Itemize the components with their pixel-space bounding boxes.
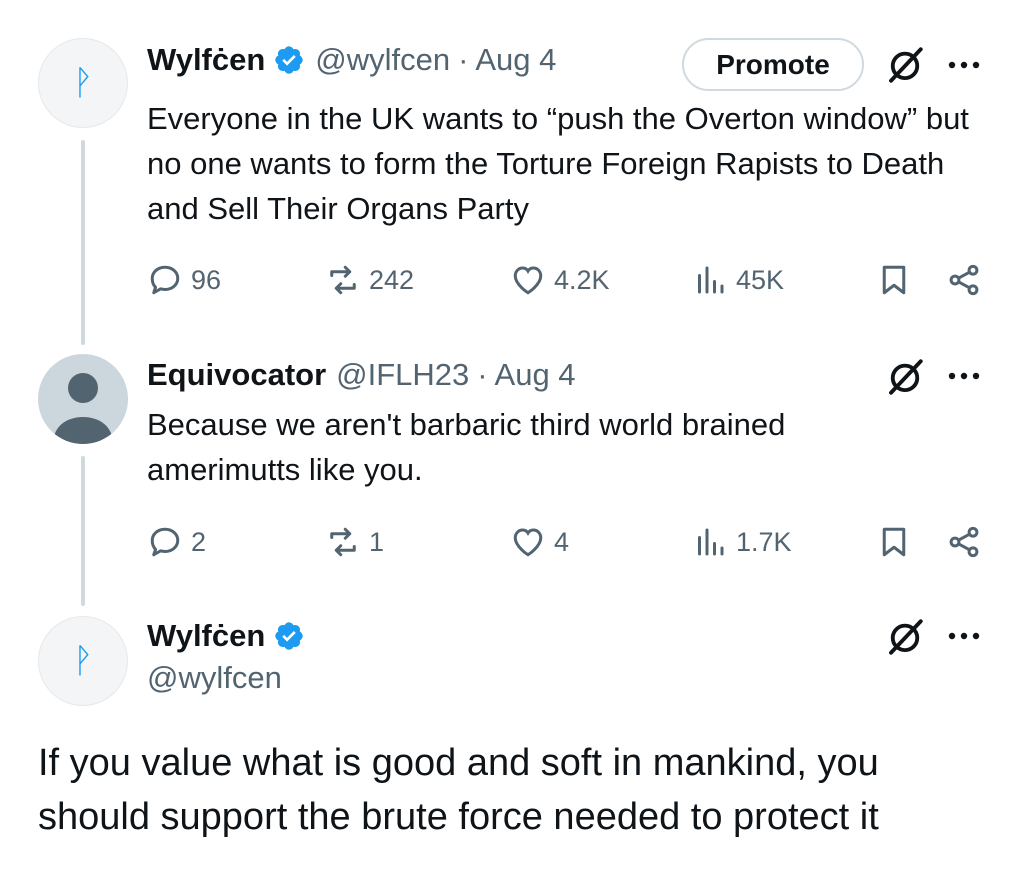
heart-icon — [513, 528, 543, 557]
repost-button[interactable]: 242 — [325, 258, 414, 302]
heart-icon — [513, 266, 543, 295]
verified-badge-icon — [275, 46, 303, 74]
share-icon — [949, 264, 979, 296]
avatar-wylfcen[interactable]: ᚹ — [38, 38, 128, 128]
tweet-header: Wylfċen @wylfcen · Aug 4 — [147, 40, 556, 80]
repost-count: 242 — [369, 264, 415, 295]
views-button[interactable]: 1.7K — [692, 520, 792, 564]
bookmark-button[interactable] — [874, 258, 914, 302]
repost-icon — [330, 265, 356, 295]
tweet-actions: 96 242 4.2K 45K — [147, 258, 987, 302]
grok-icon[interactable] — [884, 616, 926, 658]
bookmark-button[interactable] — [874, 520, 914, 564]
avatar-equivocator[interactable] — [38, 354, 128, 444]
like-button[interactable]: 4 — [510, 520, 569, 564]
tweet-actions: 2 1 4 1.7K — [147, 520, 987, 564]
repost-count: 1 — [369, 526, 385, 557]
timestamp[interactable]: · Aug 4 — [477, 357, 575, 393]
more-options-icon[interactable] — [946, 58, 982, 72]
handle[interactable]: @wylfcen — [315, 42, 450, 78]
display-name[interactable]: Wylfċen — [147, 42, 265, 78]
like-count: 4 — [554, 526, 570, 557]
display-name[interactable]: Equivocator — [147, 357, 326, 393]
grok-icon[interactable] — [884, 356, 926, 398]
thread-line — [81, 456, 85, 606]
display-name[interactable]: Wylfċen — [147, 618, 265, 654]
avatar-rune: ᚹ — [72, 641, 94, 681]
views-icon — [698, 266, 724, 294]
tweet-text: Everyone in the UK wants to “push the Ov… — [147, 101, 969, 226]
bookmark-icon — [882, 527, 906, 557]
verified-badge-icon — [275, 622, 303, 650]
reply-count: 96 — [191, 264, 222, 295]
handle[interactable]: @wylfcen — [147, 660, 282, 696]
tweet-header: Wylfċen — [147, 616, 305, 656]
tweet-header: Equivocator @IFLH23 · Aug 4 — [147, 355, 576, 395]
handle[interactable]: @IFLH23 — [336, 357, 469, 393]
main-tweet-text: If you value what is good and soft in ma… — [38, 742, 879, 838]
reply-button[interactable]: 2 — [147, 520, 206, 564]
tweet-text: Because we aren't barbaric third world b… — [147, 407, 786, 487]
avatar-wylfcen[interactable]: ᚹ — [38, 616, 128, 706]
more-options-icon[interactable] — [946, 629, 982, 643]
views-button[interactable]: 45K — [692, 258, 784, 302]
views-count: 45K — [736, 264, 785, 295]
promote-button[interactable]: Promote — [682, 38, 864, 91]
repost-icon — [330, 527, 356, 557]
thread-line — [81, 140, 85, 345]
repost-button[interactable]: 1 — [325, 520, 384, 564]
share-button[interactable] — [944, 258, 984, 302]
views-icon — [698, 528, 724, 556]
share-icon — [949, 526, 979, 558]
like-button[interactable]: 4.2K — [510, 258, 610, 302]
more-options-icon[interactable] — [946, 369, 982, 383]
avatar-rune: ᚹ — [72, 63, 94, 103]
grok-icon[interactable] — [884, 44, 926, 86]
reply-count: 2 — [191, 526, 207, 557]
views-count: 1.7K — [736, 526, 792, 557]
reply-button[interactable]: 96 — [147, 258, 221, 302]
like-count: 4.2K — [554, 264, 610, 295]
default-profile-icon — [53, 373, 113, 444]
bookmark-icon — [882, 265, 906, 295]
share-button[interactable] — [944, 520, 984, 564]
reply-icon — [150, 265, 180, 295]
reply-icon — [150, 527, 180, 557]
timestamp[interactable]: · Aug 4 — [458, 42, 556, 78]
